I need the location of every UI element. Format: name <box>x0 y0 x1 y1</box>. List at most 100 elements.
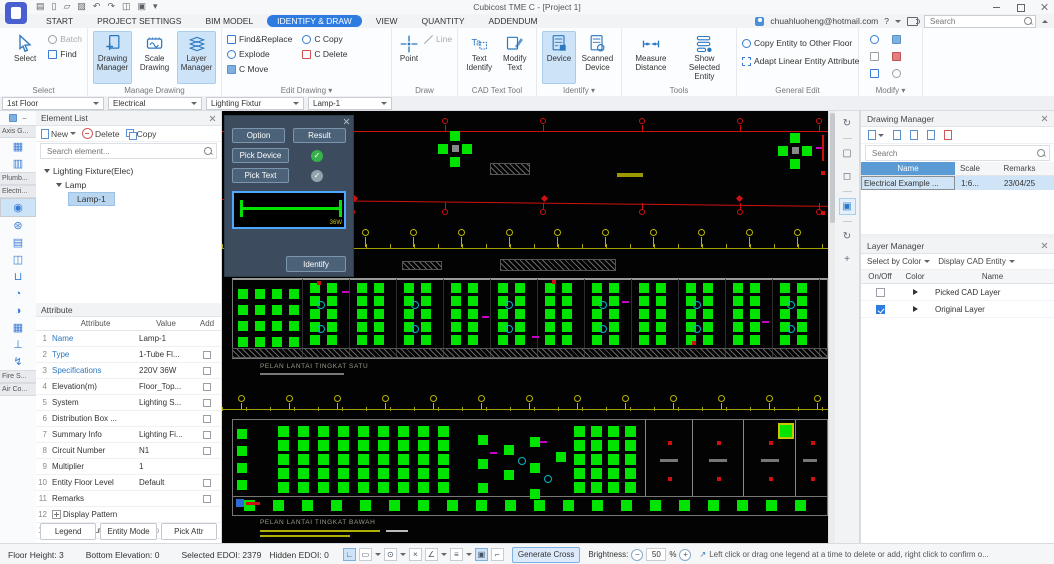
line-button[interactable]: Line <box>424 33 452 45</box>
expand-icon[interactable] <box>52 510 61 519</box>
snap-icon[interactable]: ⊙ <box>384 548 397 561</box>
help-caret-icon[interactable] <box>895 20 901 23</box>
attr-row-type[interactable]: 2Type1-Tube Fl... <box>36 347 221 363</box>
close-icon[interactable] <box>1040 2 1050 12</box>
redo-icon[interactable]: ↷ <box>107 1 115 12</box>
rail-header-axis-grid[interactable]: Axis G... <box>0 125 36 138</box>
attr-row-specifications[interactable]: 3Specifications220V 36W <box>36 363 221 379</box>
tab-bim-model[interactable]: BIM MODEL <box>195 15 263 27</box>
modify-offset-icon[interactable] <box>870 52 879 61</box>
tree-node-category[interactable]: Lighting Fixture(Elec) <box>36 164 221 178</box>
expand-arrow-icon[interactable] <box>913 289 918 295</box>
undo-icon[interactable]: ↶ <box>93 1 101 12</box>
element-select[interactable]: Lamp-1 <box>308 97 392 110</box>
col-onoff[interactable]: On/Off <box>861 272 899 281</box>
copy-element-button[interactable]: Copy <box>126 129 157 139</box>
ribbon-search[interactable] <box>924 15 1036 28</box>
floor-select[interactable]: 1st Floor <box>2 97 104 110</box>
show-selected-entity-button[interactable]: Show Selected Entity <box>678 31 731 84</box>
pick-text-button[interactable]: Pick Text <box>232 168 289 183</box>
feedback-icon[interactable] <box>907 17 918 26</box>
selection-mode-icon[interactable]: ▭ <box>359 548 372 561</box>
explode-button[interactable]: Explode <box>227 48 292 60</box>
display-cad-entity-button[interactable]: Display CAD Entity <box>938 257 1015 266</box>
add-checkbox[interactable] <box>203 351 211 359</box>
brightness-value[interactable]: 50 <box>646 548 666 561</box>
delete-element-button[interactable]: Delete <box>82 128 120 139</box>
close-icon[interactable] <box>1041 115 1048 122</box>
pole-icon[interactable]: ⊥ <box>0 336 36 353</box>
cable-tray-icon[interactable]: ▦ <box>0 319 36 336</box>
layer-visibility-checkbox[interactable] <box>876 305 885 314</box>
zoom-extents-icon[interactable]: + <box>839 251 856 268</box>
ortho-icon[interactable]: ∟ <box>343 548 356 561</box>
discipline-select[interactable]: Electrical <box>108 97 202 110</box>
locate-drawing-icon[interactable] <box>927 130 935 140</box>
close-icon[interactable] <box>343 118 349 124</box>
col-scale[interactable]: Scale <box>955 164 985 173</box>
attr-row-multiplier[interactable]: 9Multiplier1 <box>36 459 221 475</box>
switch-icon[interactable]: ◔ <box>0 285 36 302</box>
modify-rotate-icon[interactable] <box>892 69 901 78</box>
view-cube-icon[interactable]: ▣ <box>839 198 856 215</box>
save-icon[interactable]: ▤ <box>36 1 45 12</box>
option-button[interactable]: Option <box>232 128 285 143</box>
brightness-minus-button[interactable]: − <box>631 549 643 561</box>
modify-text-button[interactable]: Modify Text <box>499 31 532 84</box>
tab-identify-draw[interactable]: IDENTIFY & DRAW <box>267 15 362 27</box>
scanned-device-button[interactable]: Scanned Device <box>579 31 616 84</box>
attr-row-remarks[interactable]: 11Remarks <box>36 491 221 507</box>
new-element-button[interactable]: New <box>41 129 76 139</box>
drawing-search-input[interactable] <box>870 148 1033 159</box>
socket-icon[interactable]: ⊔ <box>0 268 36 285</box>
rotate-view-icon[interactable]: ↻ <box>839 228 856 245</box>
account-icon[interactable] <box>755 17 764 26</box>
help-button[interactable]: ? <box>884 16 889 26</box>
modify-copy-icon[interactable] <box>870 35 879 44</box>
new-drawing-button[interactable] <box>868 130 884 140</box>
collapse-rail-icon[interactable]: − <box>22 114 27 123</box>
generate-cross-button[interactable]: Generate Cross <box>512 547 580 563</box>
tab-quantity[interactable]: QUANTITY <box>412 15 475 27</box>
canvas-vertical-scrollbar[interactable] <box>828 111 835 543</box>
close-icon[interactable] <box>209 115 216 122</box>
text-identify-button[interactable]: Ta Text Identify <box>463 31 496 84</box>
c-copy-button[interactable]: C Copy <box>302 33 347 45</box>
modify-move-icon[interactable] <box>870 69 879 78</box>
attr-row-system[interactable]: 5SystemLighting S... <box>36 395 221 411</box>
zoom-window-icon[interactable]: ▢ <box>839 145 856 162</box>
drawing-search[interactable] <box>865 145 1050 161</box>
layer-manager-button[interactable]: Layer Manager <box>177 31 216 84</box>
tab-project-settings[interactable]: PROJECT SETTINGS <box>87 15 191 27</box>
dock-icon[interactable] <box>9 114 17 122</box>
drawing-row[interactable]: Electrical Example ... 1:6... 23/04/25 <box>861 176 1054 190</box>
collapse-ribbon-icon[interactable] <box>1042 20 1048 23</box>
layer-visibility-checkbox[interactable] <box>876 288 885 297</box>
chevron-down-icon[interactable] <box>466 553 472 556</box>
modify-delete-icon[interactable] <box>892 52 901 61</box>
add-checkbox[interactable] <box>203 447 211 455</box>
add-checkbox[interactable] <box>203 367 211 375</box>
tab-view[interactable]: VIEW <box>366 15 408 27</box>
tree-node-type[interactable]: Lamp <box>36 178 221 192</box>
lightning-icon[interactable]: ↯ <box>0 353 36 370</box>
drawing-manager-button[interactable]: Drawing Manager <box>93 31 132 84</box>
attr-row-display-pattern[interactable]: 12Display Pattern <box>36 507 221 523</box>
element-search[interactable] <box>40 143 217 159</box>
copy-entity-other-floor-button[interactable]: Copy Entity to Other Floor <box>742 37 859 49</box>
meter-box-icon[interactable]: ◫ <box>0 251 36 268</box>
add-checkbox[interactable] <box>203 495 211 503</box>
c-delete-button[interactable]: C Delete <box>302 48 347 60</box>
chevron-down-icon[interactable] <box>375 553 381 556</box>
ribbon-search-input[interactable] <box>928 16 1020 27</box>
select-button[interactable]: Select <box>5 31 45 84</box>
close-icon[interactable] <box>1041 242 1048 249</box>
minimize-icon[interactable] <box>992 2 1002 12</box>
batch-button[interactable]: Batch <box>48 33 82 45</box>
more-icon[interactable]: ▾ <box>153 1 158 12</box>
find-replace-button[interactable]: Find&Replace <box>227 33 292 45</box>
legend-button[interactable]: Legend <box>40 523 96 540</box>
pick-device-button[interactable]: Pick Device <box>232 148 289 163</box>
add-checkbox[interactable] <box>203 415 211 423</box>
pick-attr-button[interactable]: Pick Attr <box>161 523 217 540</box>
